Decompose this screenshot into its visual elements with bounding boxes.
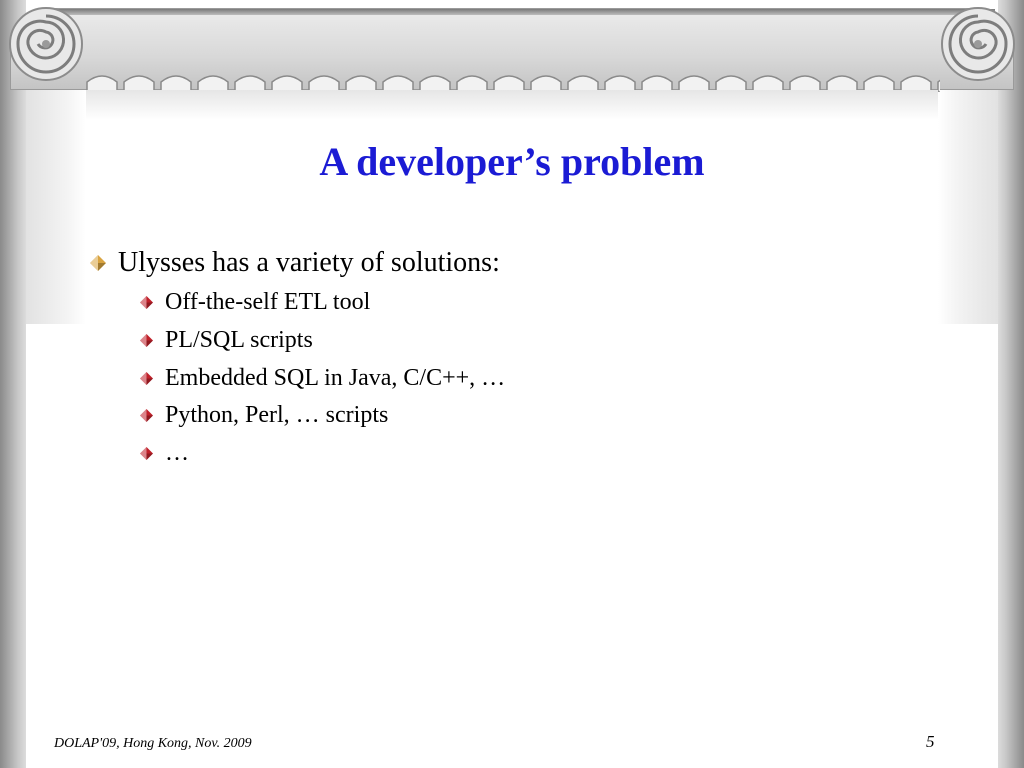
column-shade-left	[26, 88, 86, 324]
bullet-item: Off-the-self ETL tool	[140, 287, 370, 317]
bullet-text: Python, Perl, … scripts	[165, 402, 389, 428]
bullet-item: Embedded SQL in Java, C/C++, …	[140, 363, 505, 393]
bullet-text: Off-the-self ETL tool	[165, 289, 371, 315]
diamond-bullet-icon	[90, 255, 106, 271]
column-shade-right	[938, 88, 998, 324]
slide-title: A developer’s problem	[319, 139, 705, 184]
slide: A developer’s problem Ulysses has a vari…	[0, 0, 1024, 768]
bullet-text: PL/SQL scripts	[165, 327, 313, 353]
bullet-item: …	[140, 438, 189, 468]
volute-right-icon	[941, 7, 1015, 81]
diamond-bullet-icon	[140, 408, 153, 422]
slide-footer: DOLAP'09, Hong Kong, Nov. 2009	[54, 736, 252, 751]
capital-rim	[51, 9, 995, 15]
page-number: 5	[926, 732, 935, 751]
bullet-item: Python, Perl, … scripts	[140, 400, 388, 430]
diamond-bullet-icon	[140, 295, 153, 309]
dentil-molding	[86, 75, 940, 92]
capital-shadow	[86, 90, 938, 120]
bullet-text: Ulysses has a variety of solutions:	[118, 247, 500, 278]
diamond-bullet-icon	[140, 371, 153, 385]
diamond-bullet-icon	[140, 446, 153, 460]
diamond-bullet-icon	[140, 333, 153, 347]
bullet-item: PL/SQL scripts	[140, 325, 313, 355]
bullet-item: Ulysses has a variety of solutions:	[90, 246, 500, 280]
bullet-text: Embedded SQL in Java, C/C++, …	[165, 365, 506, 391]
bullet-text: …	[165, 440, 189, 466]
frame-left-column	[0, 0, 26, 768]
frame-right-column	[998, 0, 1024, 768]
volute-left-icon	[9, 7, 83, 81]
